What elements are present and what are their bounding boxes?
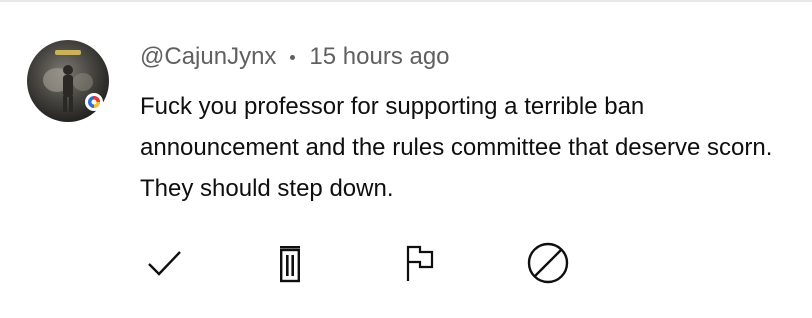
separator-dot <box>290 54 296 60</box>
comment-timestamp[interactable]: 15 hours ago <box>309 43 449 71</box>
flag-icon <box>406 245 434 281</box>
comment-meta: @CajunJynx 15 hours ago <box>140 40 450 74</box>
hide-user-button[interactable] <box>526 241 570 285</box>
avatar-badge-icon <box>85 93 103 111</box>
top-divider <box>0 0 812 2</box>
check-icon <box>148 251 181 276</box>
remove-button[interactable] <box>268 241 312 285</box>
ban-icon <box>527 242 569 284</box>
trash-icon <box>279 246 301 283</box>
author-name[interactable]: @CajunJynx <box>140 43 276 71</box>
report-button[interactable] <box>398 241 442 285</box>
approve-button[interactable] <box>142 241 186 285</box>
comment-text: Fuck you professor for supporting a terr… <box>140 93 773 202</box>
